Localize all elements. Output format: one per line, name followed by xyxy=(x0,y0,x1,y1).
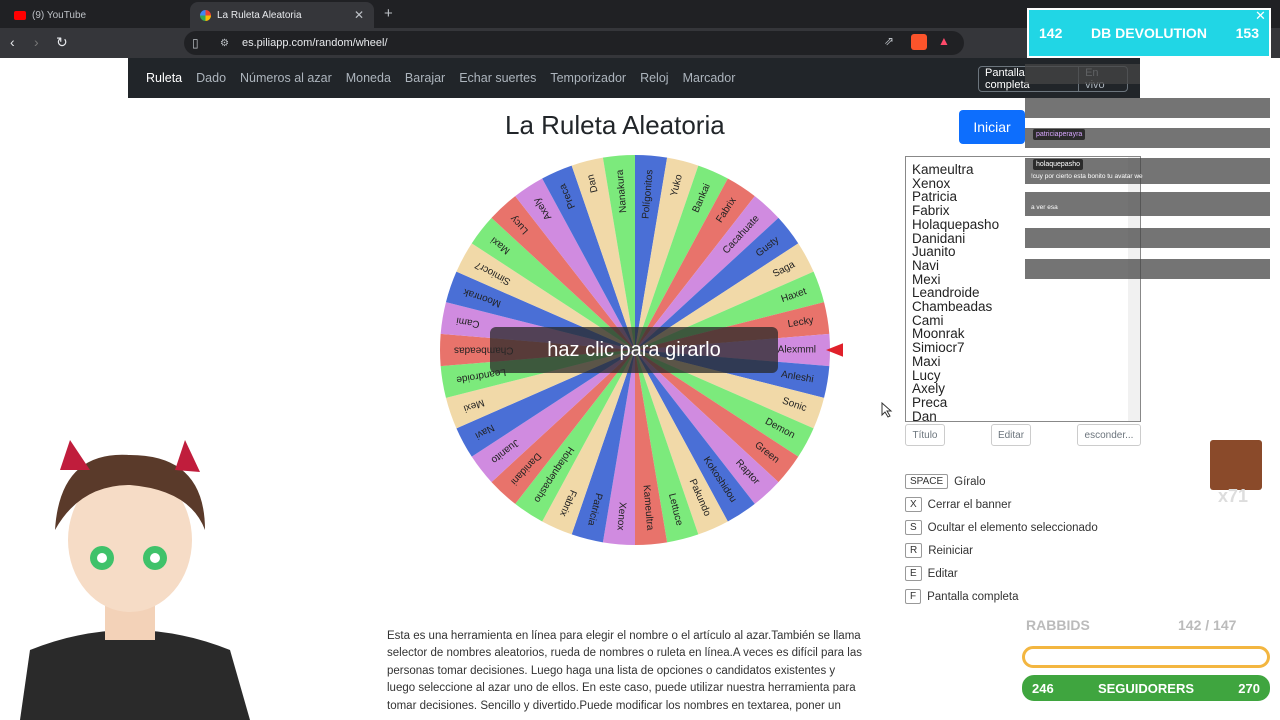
wheel-label: Alexmml xyxy=(778,345,816,356)
edit-button[interactable]: Editar xyxy=(991,424,1031,446)
chat-row xyxy=(1025,259,1270,279)
rabbids-progress-bar xyxy=(1022,646,1270,668)
nav-temporizador[interactable]: Temporizador xyxy=(550,71,626,85)
chat-row: holaquepasho !cuy por cierto esta bonito… xyxy=(1025,158,1270,184)
description-line: Esta es una herramienta en línea para el… xyxy=(387,630,861,642)
goal-end: 153 xyxy=(1235,25,1259,41)
name-entry: Lucy xyxy=(912,367,941,383)
shortcut-row: X Cerrar el banner xyxy=(905,497,1011,512)
chat-message: a ver esa xyxy=(1031,204,1058,211)
chat-row xyxy=(1025,98,1270,118)
shortcut-row: SPACE Gíralo xyxy=(905,474,986,489)
nav-barajar[interactable]: Barajar xyxy=(405,71,445,85)
mouse-cursor-icon xyxy=(881,402,893,418)
shortcut-key: S xyxy=(905,520,922,535)
url-text: es.piliapp.com/random/wheel/ xyxy=(242,37,388,49)
nav-marcador[interactable]: Marcador xyxy=(683,71,736,85)
tab-label: La Ruleta Aleatoria xyxy=(217,9,302,21)
tab-label: (9) YouTube xyxy=(32,9,87,21)
brave-shield-icon[interactable] xyxy=(911,34,927,50)
emote-count: x71 xyxy=(1218,486,1249,506)
tab-youtube[interactable]: (9) YouTube xyxy=(4,2,184,28)
nav-moneda[interactable]: Moneda xyxy=(346,71,391,85)
bookmark-icon[interactable]: ▯ xyxy=(192,36,199,50)
shortcut-label: Reiniciar xyxy=(928,544,973,557)
start-button[interactable]: Iniciar xyxy=(959,110,1025,144)
name-entry: Cami xyxy=(912,312,944,328)
chat-row xyxy=(1025,64,1140,84)
emote-icon xyxy=(1210,440,1262,490)
followers-goal-bar: 246 SEGUIDORERS 270 xyxy=(1020,673,1272,703)
chat-row: a ver esa xyxy=(1025,192,1270,216)
piliapp-icon xyxy=(200,9,211,21)
followers-end: 270 xyxy=(1238,680,1260,696)
vtuber-avatar xyxy=(20,440,250,720)
title-button[interactable]: Título xyxy=(905,424,945,446)
chat-message: !cuy por cierto esta bonito tu avatar we xyxy=(1031,173,1143,180)
shortcut-label: Gíralo xyxy=(954,475,986,488)
site-info-icon[interactable]: ⚙ xyxy=(220,38,229,49)
name-entry: Maxi xyxy=(912,353,941,369)
spin-hint[interactable]: haz clic para girarlo xyxy=(490,327,778,373)
shortcut-key: R xyxy=(905,543,923,558)
nav-reloj[interactable]: Reloj xyxy=(640,71,669,85)
shortcut-label: Cerrar el banner xyxy=(927,498,1012,511)
wheel-label: Xenox xyxy=(614,502,627,531)
shortcut-key: SPACE xyxy=(905,474,949,489)
shortcut-row: F Pantalla completa xyxy=(905,589,1019,604)
chat-row: patriciaperayra xyxy=(1025,128,1270,148)
shortcut-label: Editar xyxy=(927,567,958,580)
name-entry: Axely xyxy=(912,381,946,397)
shortcut-key: E xyxy=(905,566,922,581)
new-tab-icon[interactable]: + xyxy=(384,5,393,22)
shortcut-row: E Editar xyxy=(905,566,958,581)
chat-user: patriciaperayra xyxy=(1033,129,1086,140)
shortcut-row: S Ocultar el elemento seleccionado xyxy=(905,520,1098,535)
page-title: La Ruleta Aleatoria xyxy=(505,110,725,140)
nav-numeros[interactable]: Números al azar xyxy=(240,71,332,85)
hide-button[interactable]: esconder... xyxy=(1077,424,1141,446)
close-icon[interactable]: ✕ xyxy=(1255,8,1266,24)
rabbids-label: RABBIDS xyxy=(1026,617,1090,633)
brave-rewards-icon[interactable]: ▲ xyxy=(938,34,954,50)
youtube-icon xyxy=(14,10,26,20)
chat-user: holaquepasho xyxy=(1033,159,1083,170)
address-bar[interactable]: ▯ ⚙ es.piliapp.com/random/wheel/ xyxy=(184,31,964,55)
goal-title: DB DEVOLUTION xyxy=(1091,25,1207,41)
share-icon[interactable]: ⇗ xyxy=(884,34,900,50)
description-line: tomar decisiones. Sencillo y divertido.P… xyxy=(387,699,841,712)
shortcut-row: R Reiniciar xyxy=(905,543,973,558)
shortcut-label: Ocultar el elemento seleccionado xyxy=(927,521,1098,534)
followers-start: 246 xyxy=(1032,680,1054,696)
stream-goal-banner: 142 DB DEVOLUTION 153 xyxy=(1027,8,1271,58)
back-icon[interactable]: ‹ xyxy=(10,34,15,50)
description: Esta es una herramienta en línea para el… xyxy=(387,628,887,715)
name-entry: Simiocr7 xyxy=(912,340,965,356)
reload-icon[interactable]: ↻ xyxy=(56,34,68,51)
rabbids-count: 142 / 147 xyxy=(1178,617,1237,633)
nav-ruleta[interactable]: Ruleta xyxy=(146,71,182,85)
shortcut-key: F xyxy=(905,589,922,604)
chat-row xyxy=(1025,228,1270,248)
goal-start: 142 xyxy=(1039,25,1063,41)
name-entry: Moonrak xyxy=(912,326,965,342)
name-entry: Chambeadas xyxy=(912,299,993,315)
description-line: selector de nombres aleatorios, rueda de… xyxy=(387,647,862,660)
followers-label: SEGUIDORERS xyxy=(1097,680,1195,696)
shortcut-key: X xyxy=(905,497,922,512)
nav-dado[interactable]: Dado xyxy=(196,71,226,85)
name-entry: Dan xyxy=(912,408,937,422)
shortcut-label: Pantalla completa xyxy=(927,590,1019,603)
name-entry: Leandroide xyxy=(912,285,980,301)
forward-icon[interactable]: › xyxy=(34,34,39,50)
name-entry: Preca xyxy=(912,394,948,410)
description-line: luego seleccione al azar uno de ellos. E… xyxy=(387,682,856,695)
nav-echar-suertes[interactable]: Echar suertes xyxy=(459,71,536,85)
description-line: personas tomar decisiones. Luego haga un… xyxy=(387,664,836,677)
tab-ruleta[interactable]: La Ruleta Aleatoria ✕ xyxy=(190,2,374,28)
close-tab-icon[interactable]: ✕ xyxy=(354,8,364,22)
